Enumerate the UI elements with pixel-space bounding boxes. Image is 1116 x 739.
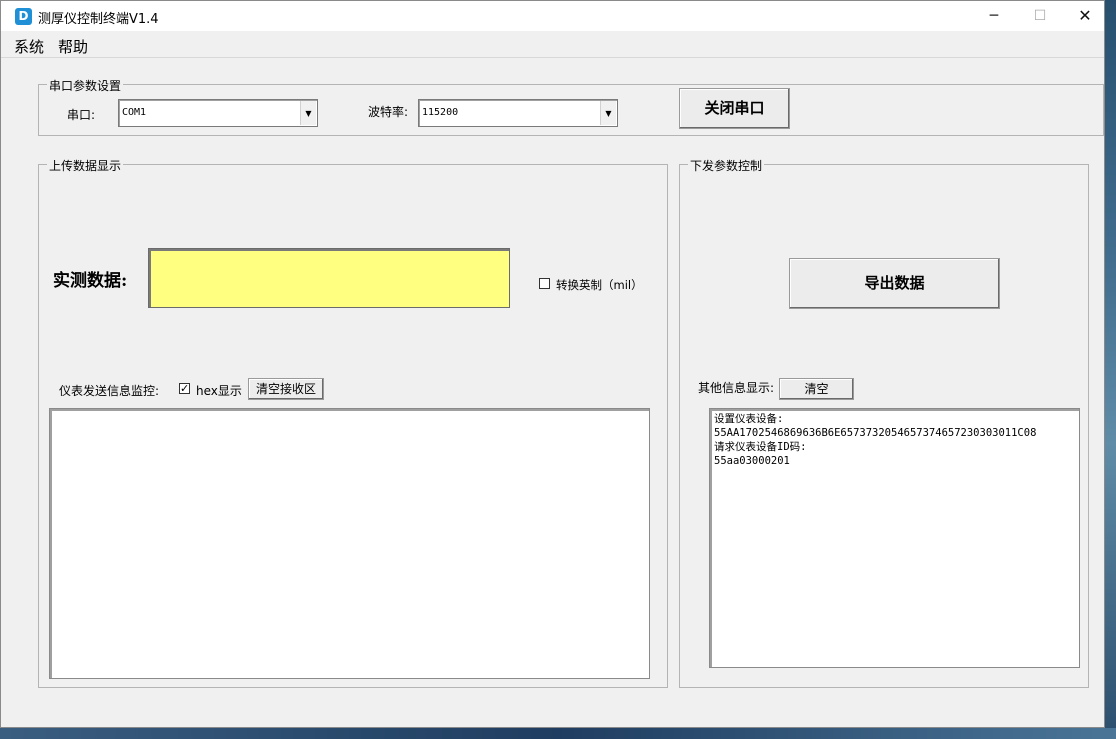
- maximize-button[interactable]: ☐: [1017, 1, 1063, 31]
- info-line: 设置仪表设备:: [714, 413, 784, 425]
- baud-select-value: 115200: [422, 107, 459, 118]
- app-logo-icon: D: [15, 8, 32, 25]
- info-line: 请求仪表设备ID码:: [714, 441, 807, 453]
- menu-item-help[interactable]: 帮助: [58, 36, 88, 57]
- clear-info-button[interactable]: 清空: [779, 378, 854, 400]
- menu-item-system[interactable]: 系统: [14, 36, 44, 57]
- port-select[interactable]: COM1 ▼: [118, 99, 318, 127]
- app-window: D 测厚仪控制终端V1.4 ─ ☐ ✕ 系统 帮助 串口参数设置 串口: COM…: [0, 0, 1105, 728]
- info-lines: 设置仪表设备: 55AA1702546869636B6E657373205465…: [714, 412, 1036, 468]
- hex-display-label[interactable]: hex显示: [196, 382, 242, 399]
- menu-separator: [1, 57, 1104, 58]
- desktop-background-right: [1105, 0, 1116, 739]
- close-window-button[interactable]: ✕: [1062, 1, 1108, 31]
- hex-display-checkbox[interactable]: ✓: [179, 383, 190, 394]
- export-data-button[interactable]: 导出数据: [789, 258, 1000, 309]
- baud-select[interactable]: 115200 ▼: [418, 99, 618, 127]
- measured-data-display: [148, 248, 510, 308]
- info-line: 55AA1702546869636B6E65737320546573746572…: [714, 427, 1037, 439]
- minimize-button[interactable]: ─: [971, 1, 1017, 31]
- baud-label: 波特率:: [368, 105, 409, 119]
- upload-data-title: 上传数据显示: [47, 157, 124, 174]
- chevron-down-icon[interactable]: ▼: [600, 101, 616, 125]
- desktop-background-bottom: [0, 728, 1116, 739]
- info-line: 55aa03000201: [714, 455, 790, 467]
- other-info-textarea[interactable]: 设置仪表设备: 55AA1702546869636B6E657373205465…: [709, 408, 1080, 668]
- monitor-textarea[interactable]: [49, 408, 650, 679]
- measured-data-label: 实测数据:: [53, 271, 128, 291]
- convert-imperial-label[interactable]: 转换英制（mil）: [556, 277, 643, 293]
- monitor-label: 仪表发送信息监控:: [59, 384, 160, 398]
- title-bar[interactable]: D 测厚仪控制终端V1.4 ─ ☐ ✕: [1, 1, 1104, 31]
- port-select-value: COM1: [122, 107, 147, 118]
- port-label: 串口:: [67, 108, 96, 122]
- clear-receive-button[interactable]: 清空接收区: [248, 378, 324, 400]
- convert-imperial-checkbox[interactable]: [539, 278, 550, 289]
- chevron-down-icon[interactable]: ▼: [300, 101, 316, 125]
- window-title: 测厚仪控制终端V1.4: [38, 12, 159, 27]
- other-info-label: 其他信息显示:: [698, 381, 775, 395]
- close-port-button[interactable]: 关闭串口: [679, 88, 790, 129]
- menu-bar: 系统 帮助: [1, 32, 1104, 56]
- download-control-title: 下发参数控制: [688, 157, 765, 174]
- serial-settings-title: 串口参数设置: [47, 77, 124, 94]
